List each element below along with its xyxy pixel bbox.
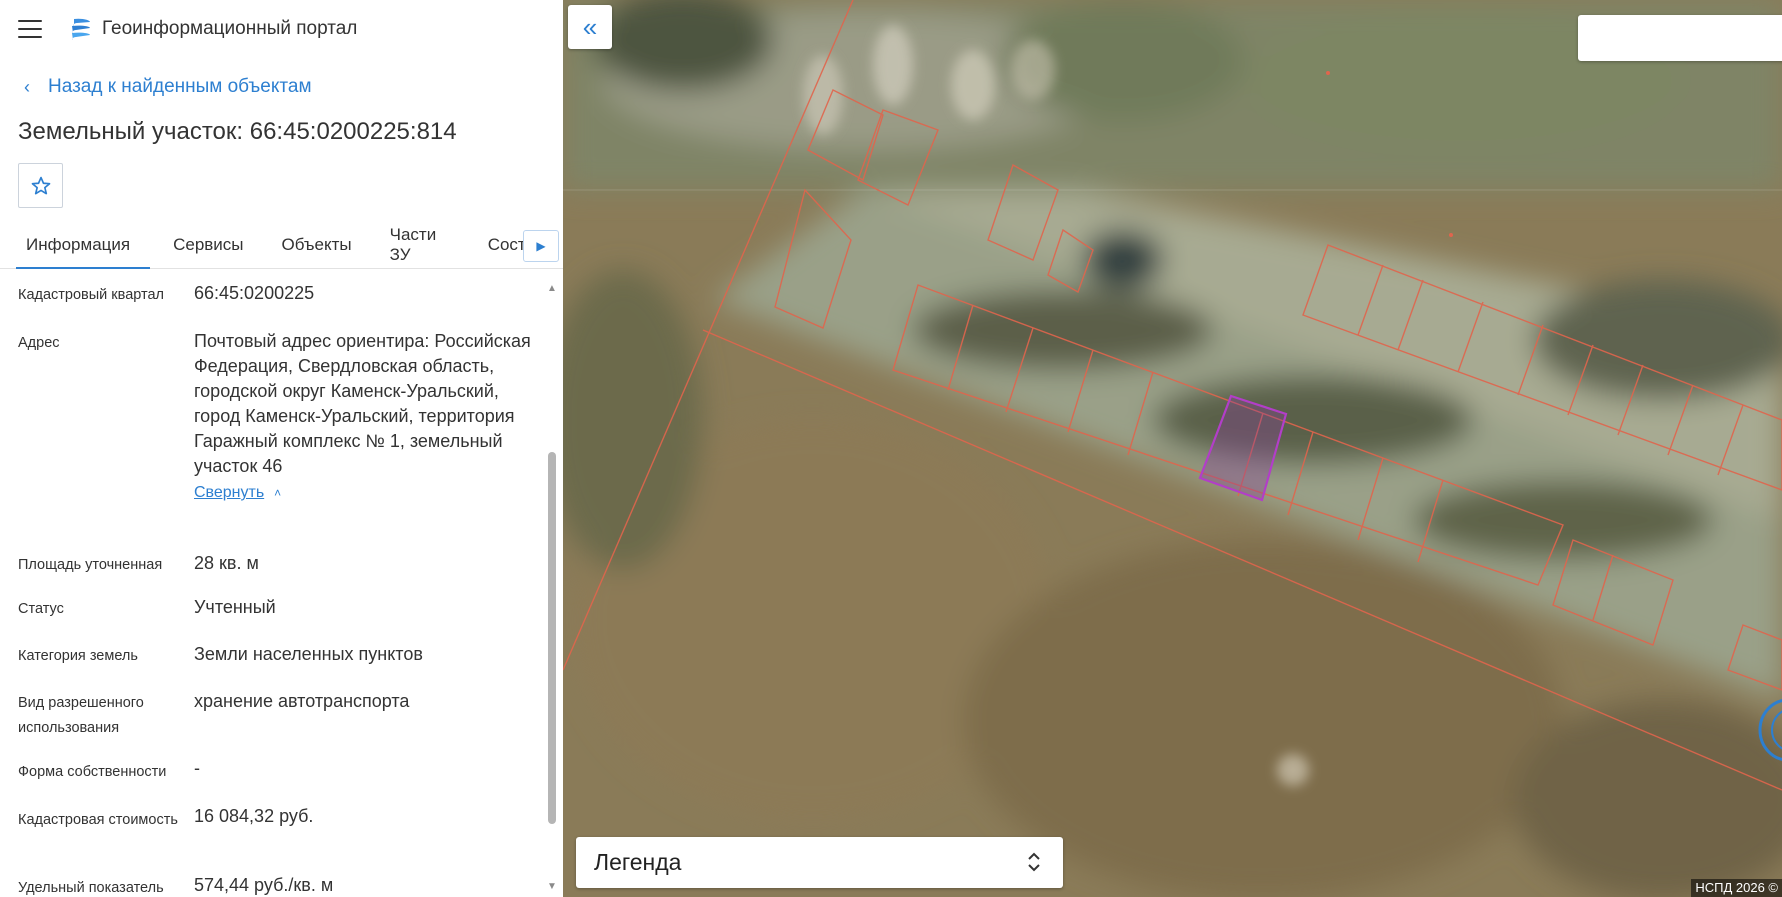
top-bar: Геоинформационный портал: [0, 0, 563, 58]
star-icon: [31, 176, 50, 194]
scrollbar-thumb[interactable]: [548, 452, 556, 824]
geolocation-button[interactable]: [1758, 690, 1782, 770]
address-block: Почтовый адрес ориентира: Российская Фед…: [194, 329, 534, 506]
properties-list: Кадастровый квартал 66:45:0200225 Адрес …: [0, 279, 545, 897]
object-title: Земельный участок: 66:45:0200225:814: [18, 118, 457, 145]
property-value: 16 084,32 руб.: [194, 806, 314, 826]
chevron-left-icon: ‹: [24, 76, 30, 97]
chevron-up-down-icon[interactable]: [1027, 850, 1041, 874]
property-value: -: [194, 758, 200, 778]
property-label: Статус: [18, 601, 64, 617]
property-label: Вид разрешенного использования: [18, 695, 144, 736]
property-label: Адрес: [18, 335, 60, 351]
property-value: Земли населенных пунктов: [194, 644, 423, 664]
app-title: Геоинформационный портал: [102, 18, 358, 39]
property-label: Площадь уточненная: [18, 557, 163, 573]
legend-label: Легенда: [594, 849, 682, 875]
property-value: 66:45:0200225: [194, 283, 315, 303]
copyright-label: НСПД 2026 ©: [1691, 879, 1782, 897]
tab-services[interactable]: Сервисы: [154, 222, 262, 268]
tab-bar: Информация Сервисы Объекты Части ЗУ Сост…: [0, 222, 563, 269]
tabs-scroll-right-button[interactable]: ▶: [523, 230, 559, 262]
legend-panel[interactable]: Легенда: [576, 837, 1063, 888]
map-search-input[interactable]: [1578, 15, 1782, 61]
double-chevron-left-icon: «: [582, 11, 598, 42]
back-to-results-link[interactable]: ‹ Назад к найденным объектам: [0, 74, 563, 100]
property-value: Почтовый адрес ориентира: Российская Фед…: [194, 331, 531, 476]
property-label: Кадастровая стоимость: [18, 812, 178, 828]
property-value: 28 кв. м: [194, 553, 259, 573]
property-label: Категория земель: [18, 648, 138, 664]
info-panel: Геоинформационный портал ‹ Назад к найде…: [0, 0, 563, 897]
caret-right-icon: ▶: [536, 239, 546, 253]
properties-scrollbar[interactable]: ▲ ▼: [545, 279, 559, 897]
property-label: Кадастровый квартал: [18, 287, 165, 303]
property-value: хранение автотранспорта: [194, 691, 410, 711]
collapse-address-link[interactable]: Свернуть: [194, 480, 264, 505]
property-value: 574,44 руб./кв. м: [194, 875, 334, 895]
portal-logo-icon: [72, 18, 90, 40]
back-label: Назад к найденным объектам: [48, 76, 312, 97]
favorite-button[interactable]: [18, 163, 63, 208]
status-value: Учтенный: [194, 597, 276, 617]
satellite-imagery: [563, 0, 1782, 897]
map-view[interactable]: « Легенда НСПД 2026 ©: [563, 0, 1782, 897]
property-label: Удельный показатель: [18, 880, 164, 896]
scroll-up-icon[interactable]: ▲: [546, 283, 558, 297]
tab-objects[interactable]: Объекты: [263, 222, 371, 268]
tab-info[interactable]: Информация: [8, 222, 154, 269]
hamburger-icon[interactable]: [18, 20, 42, 38]
tab-parts[interactable]: Части ЗУ: [371, 222, 469, 268]
scroll-down-icon[interactable]: ▼: [546, 881, 558, 895]
collapse-panel-button[interactable]: «: [568, 5, 612, 49]
chevron-up-icon[interactable]: ˄: [274, 481, 281, 506]
property-label: Форма собственности: [18, 764, 167, 780]
